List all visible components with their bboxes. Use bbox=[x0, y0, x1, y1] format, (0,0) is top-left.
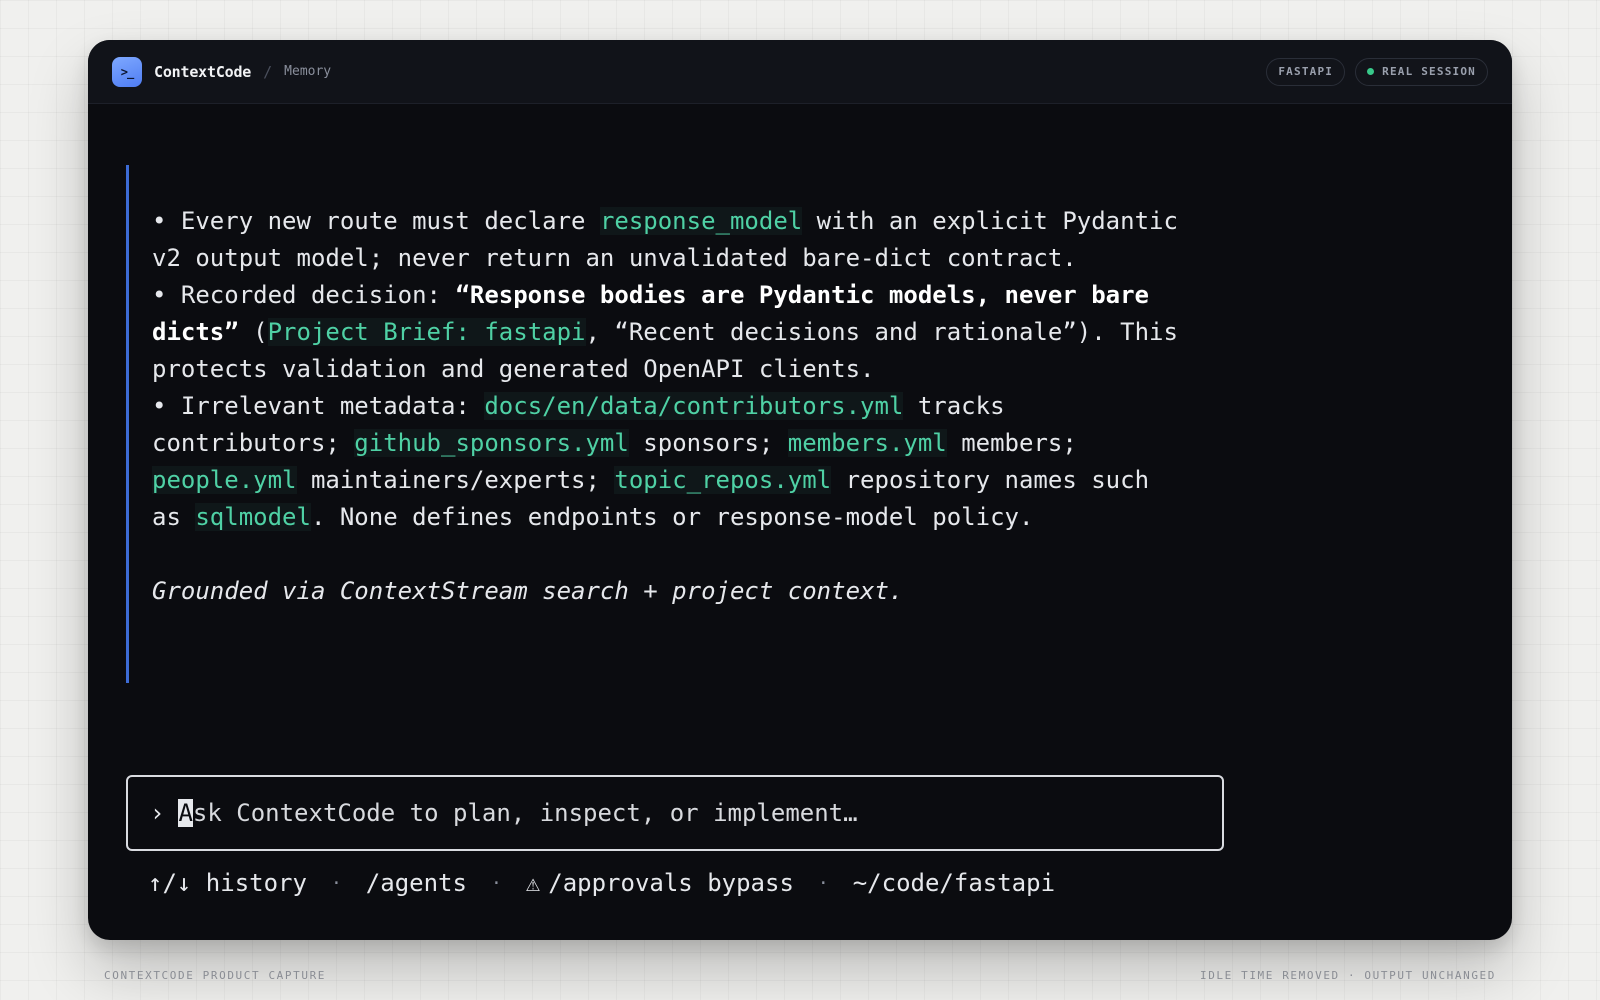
response-bullet-metadata: • Irrelevant metadata: docs/en/data/cont… bbox=[152, 392, 1150, 531]
response-bullet-decision: • Recorded decision: “Response bodies ar… bbox=[152, 281, 1178, 383]
status-bar: ↑/↓ history · /agents · ⚠/approvals bypass · ~… bbox=[148, 863, 1055, 903]
history-hint[interactable]: ↑/↓ history bbox=[148, 869, 307, 897]
project-badge-label: FASTAPI bbox=[1278, 65, 1334, 78]
session-badge: REAL SESSION bbox=[1355, 57, 1488, 86]
inline-code: response_model bbox=[599, 207, 803, 235]
status-separator: · bbox=[490, 872, 502, 894]
breadcrumb-memory[interactable]: Memory bbox=[284, 64, 331, 79]
text-cursor: A bbox=[178, 799, 193, 827]
terminal-window: >_ ContextCode / Memory FASTAPI REAL SES… bbox=[88, 40, 1512, 940]
footer-caption-left: CONTEXTCODE PRODUCT CAPTURE bbox=[104, 969, 327, 982]
approvals-mode[interactable]: /approvals bypass bbox=[548, 869, 794, 897]
session-status-dot-icon bbox=[1367, 68, 1375, 75]
status-separator: · bbox=[330, 872, 342, 894]
prompt-placeholder: sk ContextCode to plan, inspect, or impl… bbox=[192, 799, 858, 827]
footer-caption-right: IDLE TIME REMOVED · OUTPUT UNCHANGED bbox=[1199, 969, 1496, 982]
inline-code: sqlmodel bbox=[195, 503, 311, 531]
breadcrumb-separator: / bbox=[263, 62, 273, 81]
prompt-input[interactable]: › Ask ContextCode to plan, inspect, or i… bbox=[126, 775, 1224, 851]
terminal-app-icon: >_ bbox=[112, 56, 142, 87]
main-content: • Every new route must declare response_… bbox=[88, 105, 1512, 940]
status-separator: · bbox=[817, 872, 829, 894]
agents-command[interactable]: /agents bbox=[366, 869, 467, 897]
assistant-response: • Every new route must declare response_… bbox=[126, 165, 1186, 683]
inline-code-path[interactable]: docs/en/data/contributors.yml bbox=[484, 392, 904, 420]
inline-code-path[interactable]: topic_repos.yml bbox=[614, 466, 832, 494]
prompt-chevron-icon: › bbox=[150, 799, 165, 827]
app-name[interactable]: ContextCode bbox=[154, 63, 251, 81]
inline-code-path[interactable]: people.yml bbox=[152, 466, 297, 494]
inline-code-path[interactable]: members.yml bbox=[787, 429, 947, 457]
warning-icon: ⚠ bbox=[525, 869, 541, 897]
grounding-note: Grounded via ContextStream search + proj… bbox=[152, 577, 904, 605]
response-bullet-route-rule: • Every new route must declare response_… bbox=[152, 207, 1178, 272]
inline-code-link[interactable]: Project Brief: fastapi bbox=[267, 318, 586, 346]
title-bar: >_ ContextCode / Memory FASTAPI REAL SES… bbox=[88, 40, 1512, 104]
inline-code-path[interactable]: github_sponsors.yml bbox=[354, 429, 629, 457]
working-directory: ~/code/fastapi bbox=[852, 869, 1056, 897]
project-badge: FASTAPI bbox=[1266, 57, 1346, 86]
session-badge-label: REAL SESSION bbox=[1382, 65, 1476, 78]
